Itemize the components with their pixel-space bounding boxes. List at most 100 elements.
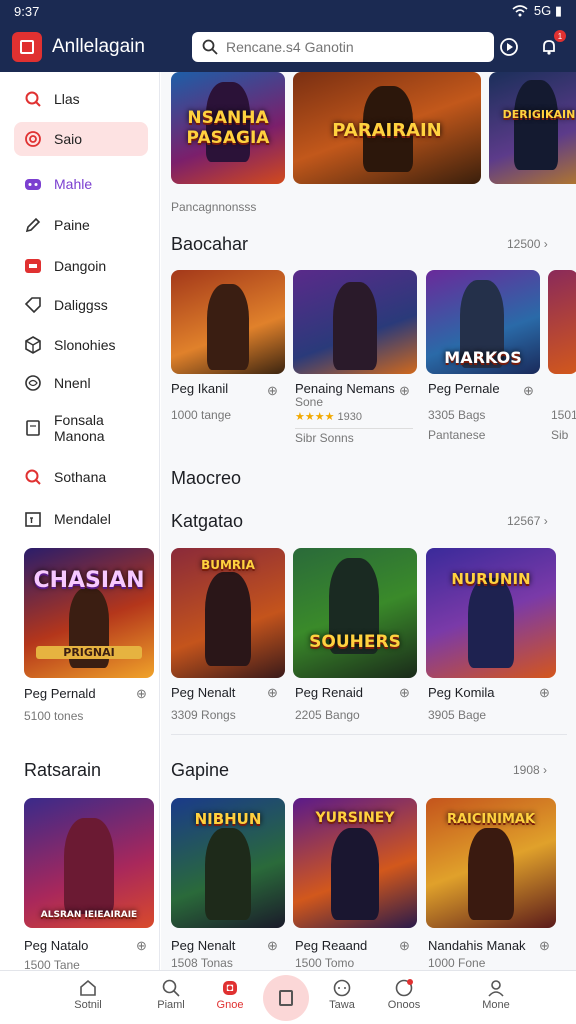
tab-search[interactable]: Piaml bbox=[141, 977, 201, 1021]
calendar-icon bbox=[24, 510, 42, 528]
game-art-title: BUMRIA bbox=[201, 558, 255, 572]
sidebar-item-0[interactable]: Llas bbox=[14, 82, 148, 116]
sidebar-item-label: Slonohies bbox=[54, 337, 116, 353]
section-count[interactable]: 1908 › bbox=[513, 763, 547, 777]
section-title: Maocreo bbox=[171, 468, 242, 488]
bottom-nav: Sotnil Piaml ◘ Gnoe Tawa Onoos Mone bbox=[0, 970, 576, 1024]
breadcrumb: Pancagnnonsss bbox=[171, 200, 257, 214]
banner-0[interactable]: NSANHA PASAGIA bbox=[171, 72, 285, 184]
sidebar: Llas Saio Mahle Paine Dangoin Daliggss S… bbox=[0, 72, 160, 972]
cube-icon bbox=[24, 336, 42, 354]
tag-icon bbox=[24, 296, 42, 314]
controller-icon[interactable]: ⊕ bbox=[523, 383, 534, 399]
game-name: Peg Ikanil bbox=[171, 381, 229, 396]
game-card-art[interactable]: MARKOS bbox=[426, 270, 540, 374]
controller-icon[interactable]: ⊕ bbox=[399, 383, 410, 399]
section-count[interactable]: 12500 › bbox=[507, 237, 548, 251]
tab-notifications[interactable]: Onoos bbox=[374, 977, 434, 1021]
sidebar-item-10[interactable]: Mendalel bbox=[14, 502, 148, 536]
sidebar-item-9[interactable]: Sothana bbox=[14, 460, 148, 494]
sidebar-item-label: Fonsala Manona bbox=[54, 412, 105, 444]
sidebar-item-5[interactable]: Daliggss bbox=[14, 288, 148, 322]
home-icon bbox=[58, 977, 118, 999]
controller-icon[interactable]: ⊕ bbox=[539, 685, 550, 701]
app-logo bbox=[12, 32, 42, 62]
tab-label: Piaml bbox=[157, 999, 185, 1011]
banner-art-title: DERIGIKAIN bbox=[502, 108, 576, 121]
sidebar-item-6[interactable]: Slonohies bbox=[14, 328, 148, 362]
notification-icon[interactable]: 1 bbox=[534, 30, 566, 62]
search-icon bbox=[24, 468, 42, 486]
rating-value: 1930 bbox=[337, 411, 362, 423]
game-sub: 1000 Fone bbox=[428, 956, 486, 970]
game-card-art[interactable]: RAICINIMAK bbox=[426, 798, 556, 928]
controller-icon[interactable]: ⊕ bbox=[539, 938, 550, 954]
banner-2[interactable]: DERIGIKAIN bbox=[489, 72, 576, 184]
controller-icon[interactable]: ⊕ bbox=[267, 383, 278, 399]
game-art-title: YURSINEY bbox=[315, 810, 395, 826]
sidebar-item-label: Saio bbox=[54, 131, 83, 147]
game-card-art[interactable]: SOUHERS bbox=[293, 548, 417, 678]
tab-chat[interactable]: Tawa bbox=[312, 977, 372, 1021]
search-bar[interactable] bbox=[192, 32, 494, 62]
game-name: Peg Nenalt bbox=[171, 938, 236, 953]
game-name: Peg Komila bbox=[428, 685, 495, 700]
controller-icon[interactable]: ⊕ bbox=[267, 938, 278, 954]
game-sub2: Sone bbox=[295, 395, 324, 409]
game-name: Peg Renaid bbox=[295, 685, 363, 700]
sidebar-item-4[interactable]: Dangoin bbox=[14, 249, 148, 283]
controller-icon[interactable]: ⊕ bbox=[136, 686, 147, 702]
featured-game-sub: 5100 tones bbox=[24, 709, 84, 723]
sidebar-item-7[interactable]: Nnenl bbox=[14, 366, 148, 400]
spiral-icon bbox=[24, 130, 42, 148]
game-card-art[interactable] bbox=[548, 270, 576, 374]
controller-icon[interactable]: ⊕ bbox=[136, 938, 147, 954]
sidebar-item-1[interactable]: Saio bbox=[14, 122, 148, 156]
featured2-game-art[interactable]: ALSRAN IEIEAIRAIE bbox=[24, 798, 154, 928]
game-card-art[interactable]: YURSINEY bbox=[293, 798, 417, 928]
play-icon[interactable] bbox=[494, 32, 524, 62]
game-sub: 1500 Tomo bbox=[295, 956, 355, 970]
document-icon bbox=[24, 419, 42, 437]
game-card-art[interactable] bbox=[171, 270, 285, 374]
controller-icon[interactable]: ⊕ bbox=[267, 685, 278, 701]
notification-badge: 1 bbox=[554, 30, 566, 42]
section-count[interactable]: 12567 › bbox=[507, 514, 548, 528]
featured-art-title: CHASIAN bbox=[33, 568, 145, 593]
game-name: Penaing Nemans bbox=[295, 381, 395, 396]
sidebar-item-label: Nnenl bbox=[54, 375, 91, 391]
game-sub: 2205 Bango bbox=[295, 708, 360, 722]
game-card-art[interactable]: BUMRIA bbox=[171, 548, 285, 678]
section-title: Baocahar bbox=[171, 234, 249, 254]
pencil-icon bbox=[24, 216, 42, 234]
tab-home[interactable]: Sotnil bbox=[58, 977, 118, 1021]
tab-games[interactable]: ◘ Gnoe bbox=[200, 977, 260, 1021]
game-card-art[interactable]: NIBHUN bbox=[171, 798, 285, 928]
game-sub: 1000 tange bbox=[171, 408, 232, 422]
controller-icon[interactable]: ⊕ bbox=[399, 685, 410, 701]
game-card-art[interactable]: NURUNIN bbox=[426, 548, 556, 678]
app-header: Anllelagain 1 bbox=[0, 22, 576, 72]
game-sub: 3309 Rongs bbox=[171, 708, 236, 722]
sidebar-item-8[interactable]: Fonsala Manona bbox=[14, 408, 148, 448]
controller-icon[interactable]: ⊕ bbox=[399, 938, 410, 954]
app-title: Anllelagain bbox=[52, 36, 145, 57]
featured-game-art[interactable]: CHASIAN PRIGNAI bbox=[24, 548, 154, 678]
game-card-art[interactable] bbox=[293, 270, 417, 374]
featured-game-name: Peg Pernald bbox=[24, 686, 96, 701]
banner-1[interactable]: PARAIRAIN bbox=[293, 72, 481, 184]
plus-icon[interactable] bbox=[263, 975, 309, 1021]
chat-icon bbox=[312, 977, 372, 999]
search-icon bbox=[202, 39, 218, 55]
sidebar-item-3[interactable]: Paine bbox=[14, 208, 148, 242]
tab-profile[interactable]: Mone bbox=[466, 977, 526, 1021]
search-input[interactable] bbox=[226, 39, 466, 55]
game-sub: 1508 Tonas bbox=[171, 956, 233, 970]
brain-icon bbox=[24, 374, 42, 392]
banner-art-title: PARAIRAIN bbox=[332, 120, 442, 141]
game-art-title: SOUHERS bbox=[309, 632, 401, 652]
sidebar-item-label: Dangoin bbox=[54, 258, 107, 274]
tab-label: Mone bbox=[482, 999, 510, 1011]
sidebar-item-2[interactable]: Mahle bbox=[14, 167, 148, 201]
sidebar-item-label: Paine bbox=[54, 217, 90, 233]
